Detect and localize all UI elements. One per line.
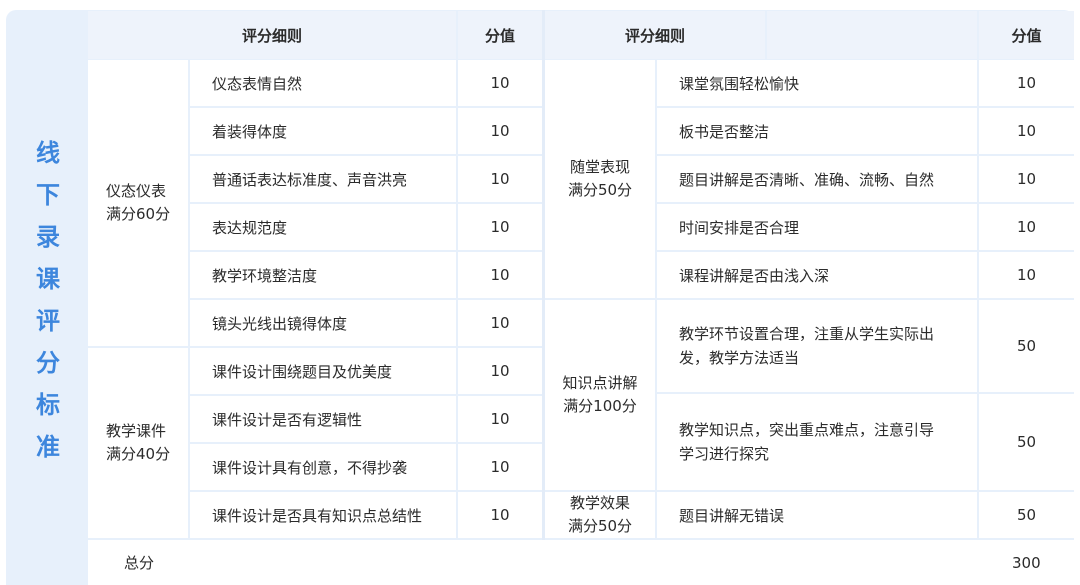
criteria-cell: 题目讲解无错误: [657, 492, 977, 538]
score-cell: 10: [979, 204, 1074, 250]
criteria-cell: 题目讲解是否清晰、准确、流畅、自然: [657, 156, 977, 202]
score-cell: 10: [979, 108, 1074, 154]
side-title-char: 课: [36, 265, 60, 293]
criteria-cell: 表达规范度: [190, 204, 456, 250]
score-cell: 10: [458, 348, 542, 394]
criteria-cell: 着装得体度: [190, 108, 456, 154]
column-divider: [542, 10, 545, 540]
criteria-cell: 教学知识点，突出重点难点，注意引导 学习进行探究: [657, 394, 977, 490]
side-title-char: 评: [36, 307, 60, 335]
group-label-effect: 教学效果 满分50分: [545, 492, 655, 538]
side-title-char: 下: [36, 181, 60, 209]
side-title-char: 线: [36, 139, 60, 167]
group-label-classroom: 随堂表现 满分50分: [545, 60, 655, 298]
score-cell: 10: [458, 300, 542, 346]
header-left-criteria: 评分细则: [88, 11, 456, 59]
total-value: 300: [1012, 553, 1041, 572]
score-cell: 10: [458, 60, 542, 106]
score-cell: 10: [458, 204, 542, 250]
header-left-score: 分值: [458, 11, 542, 59]
criteria-cell: 课件设计是否具有知识点总结性: [190, 492, 456, 538]
side-title-char: 准: [36, 433, 60, 461]
total-label: 总分: [124, 554, 155, 572]
side-title-char: 录: [36, 223, 60, 251]
criteria-cell: 课件设计是否有逻辑性: [190, 396, 456, 442]
criteria-cell: 课件设计具有创意，不得抄袭: [190, 444, 456, 490]
group-label-appearance: 仪态仪表 满分60分: [88, 60, 188, 346]
header-right-score: 分值: [979, 11, 1074, 59]
criteria-cell: 时间安排是否合理: [657, 204, 977, 250]
criteria-cell: 普通话表达标准度、声音洪亮: [190, 156, 456, 202]
score-cell: 10: [458, 156, 542, 202]
criteria-cell: 教学环节设置合理，注重从学生实际出 发，教学方法适当: [657, 300, 977, 392]
criteria-cell: 课堂氛围轻松愉快: [657, 60, 977, 106]
score-cell: 10: [458, 444, 542, 490]
score-cell: 50: [979, 300, 1074, 392]
score-cell: 10: [458, 396, 542, 442]
score-cell: 10: [979, 252, 1074, 298]
side-title-char: 分: [36, 349, 60, 377]
score-cell: 10: [979, 60, 1074, 106]
group-label-knowledge: 知识点讲解 满分100分: [545, 300, 655, 490]
criteria-cell: 镜头光线出镜得体度: [190, 300, 456, 346]
criteria-cell: 板书是否整洁: [657, 108, 977, 154]
score-cell: 10: [979, 156, 1074, 202]
score-cell: 10: [458, 108, 542, 154]
side-title-char: 标: [36, 391, 60, 419]
total-row: 总分 300: [88, 540, 1074, 585]
score-cell: 50: [979, 394, 1074, 490]
criteria-cell: 仪态表情自然: [190, 60, 456, 106]
side-title: 线 下 录 课 评 分 标 准: [28, 132, 68, 468]
header-right-criteria: 评分细则: [545, 11, 765, 59]
criteria-cell: 课件设计围绕题目及优美度: [190, 348, 456, 394]
score-cell: 10: [458, 252, 542, 298]
criteria-cell: 教学环境整洁度: [190, 252, 456, 298]
header-right-spacer: [767, 11, 977, 59]
group-label-courseware: 教学课件 满分40分: [88, 348, 188, 538]
criteria-cell: 课程讲解是否由浅入深: [657, 252, 977, 298]
score-cell: 10: [458, 492, 542, 538]
score-cell: 50: [979, 492, 1074, 538]
